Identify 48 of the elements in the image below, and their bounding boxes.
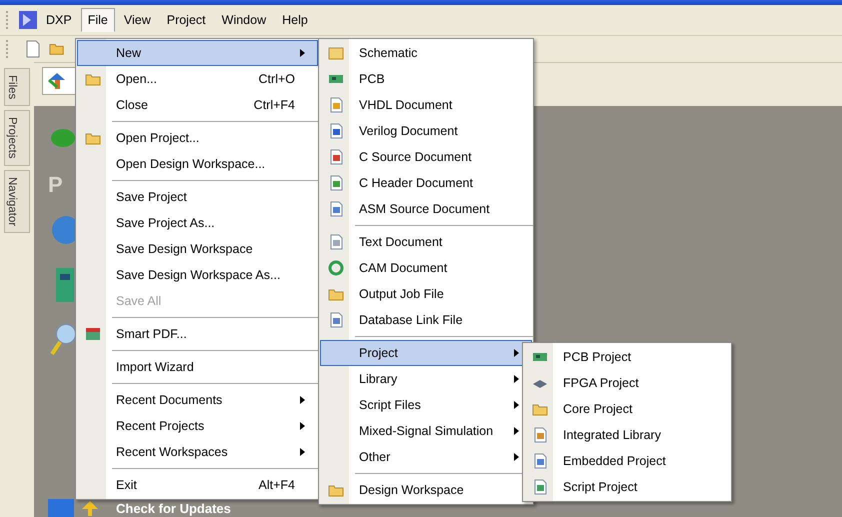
menu-item[interactable]: Help (275, 8, 315, 32)
menu-item[interactable]: View (116, 8, 158, 32)
menu-item[interactable]: DXP (39, 8, 79, 32)
menu-item[interactable]: New (77, 40, 318, 66)
panel-heading: P (48, 172, 63, 198)
menu-item[interactable]: Open Project... (77, 125, 318, 151)
menu-item[interactable]: Schematic (320, 40, 532, 66)
menu-item[interactable]: File (80, 8, 115, 32)
menu-item[interactable]: Open Design Workspace... (77, 151, 318, 177)
home-icon (47, 71, 67, 91)
menu-item[interactable]: CAM Document (320, 255, 532, 281)
menu-item[interactable]: Recent Workspaces (77, 439, 318, 465)
menu-item[interactable]: Recent Projects (77, 413, 318, 439)
menu-item[interactable]: Close Ctrl+F4 (77, 92, 318, 118)
menu-item[interactable]: Core Project (524, 396, 730, 422)
side-tab[interactable]: Files (4, 68, 30, 106)
menu-item[interactable]: Database Link File (320, 307, 532, 333)
menu-item[interactable]: VHDL Document (320, 92, 532, 118)
menu-item[interactable]: Project (160, 8, 213, 32)
side-tab[interactable]: Projects (4, 110, 30, 166)
menu-item[interactable]: Open... Ctrl+O (77, 66, 318, 92)
menu-item[interactable]: Save Project As... (77, 210, 318, 236)
menu-item[interactable]: Window (214, 8, 274, 32)
menu-item[interactable]: Embedded Project (524, 448, 730, 474)
menu-item[interactable]: Output Job File (320, 281, 532, 307)
menu-item[interactable]: Recent Documents (77, 387, 318, 413)
menu-item[interactable]: Import Wizard (77, 354, 318, 380)
menu-item[interactable]: ASM Source Document (320, 196, 532, 222)
menu-item[interactable]: Text Document (320, 229, 532, 255)
menu-item[interactable]: Exit Alt+F4 (77, 472, 318, 498)
menu-item[interactable]: Save Design Workspace (77, 236, 318, 262)
menu-item[interactable]: Save Design Workspace As... (77, 262, 318, 288)
menu-item[interactable]: C Source Document (320, 144, 532, 170)
menu-item[interactable]: Script Project (524, 474, 730, 500)
update-icon (80, 499, 100, 517)
menu-item[interactable]: Smart PDF... (77, 321, 318, 347)
new-document-icon[interactable] (25, 40, 41, 58)
menu-item[interactable]: Integrated Library (524, 422, 730, 448)
menu-item[interactable]: PCB (320, 66, 532, 92)
menu-item[interactable]: Verilog Document (320, 118, 532, 144)
menu-item[interactable]: Save Project (77, 184, 318, 210)
menu-item[interactable]: Project (320, 340, 532, 366)
menu-item[interactable]: C Header Document (320, 170, 532, 196)
sheet-icon (328, 45, 344, 61)
logo-icon[interactable] (19, 11, 37, 29)
menu-item[interactable]: FPGA Project (524, 370, 730, 396)
target-icon (328, 260, 344, 276)
side-tab[interactable]: Navigator (4, 170, 30, 234)
